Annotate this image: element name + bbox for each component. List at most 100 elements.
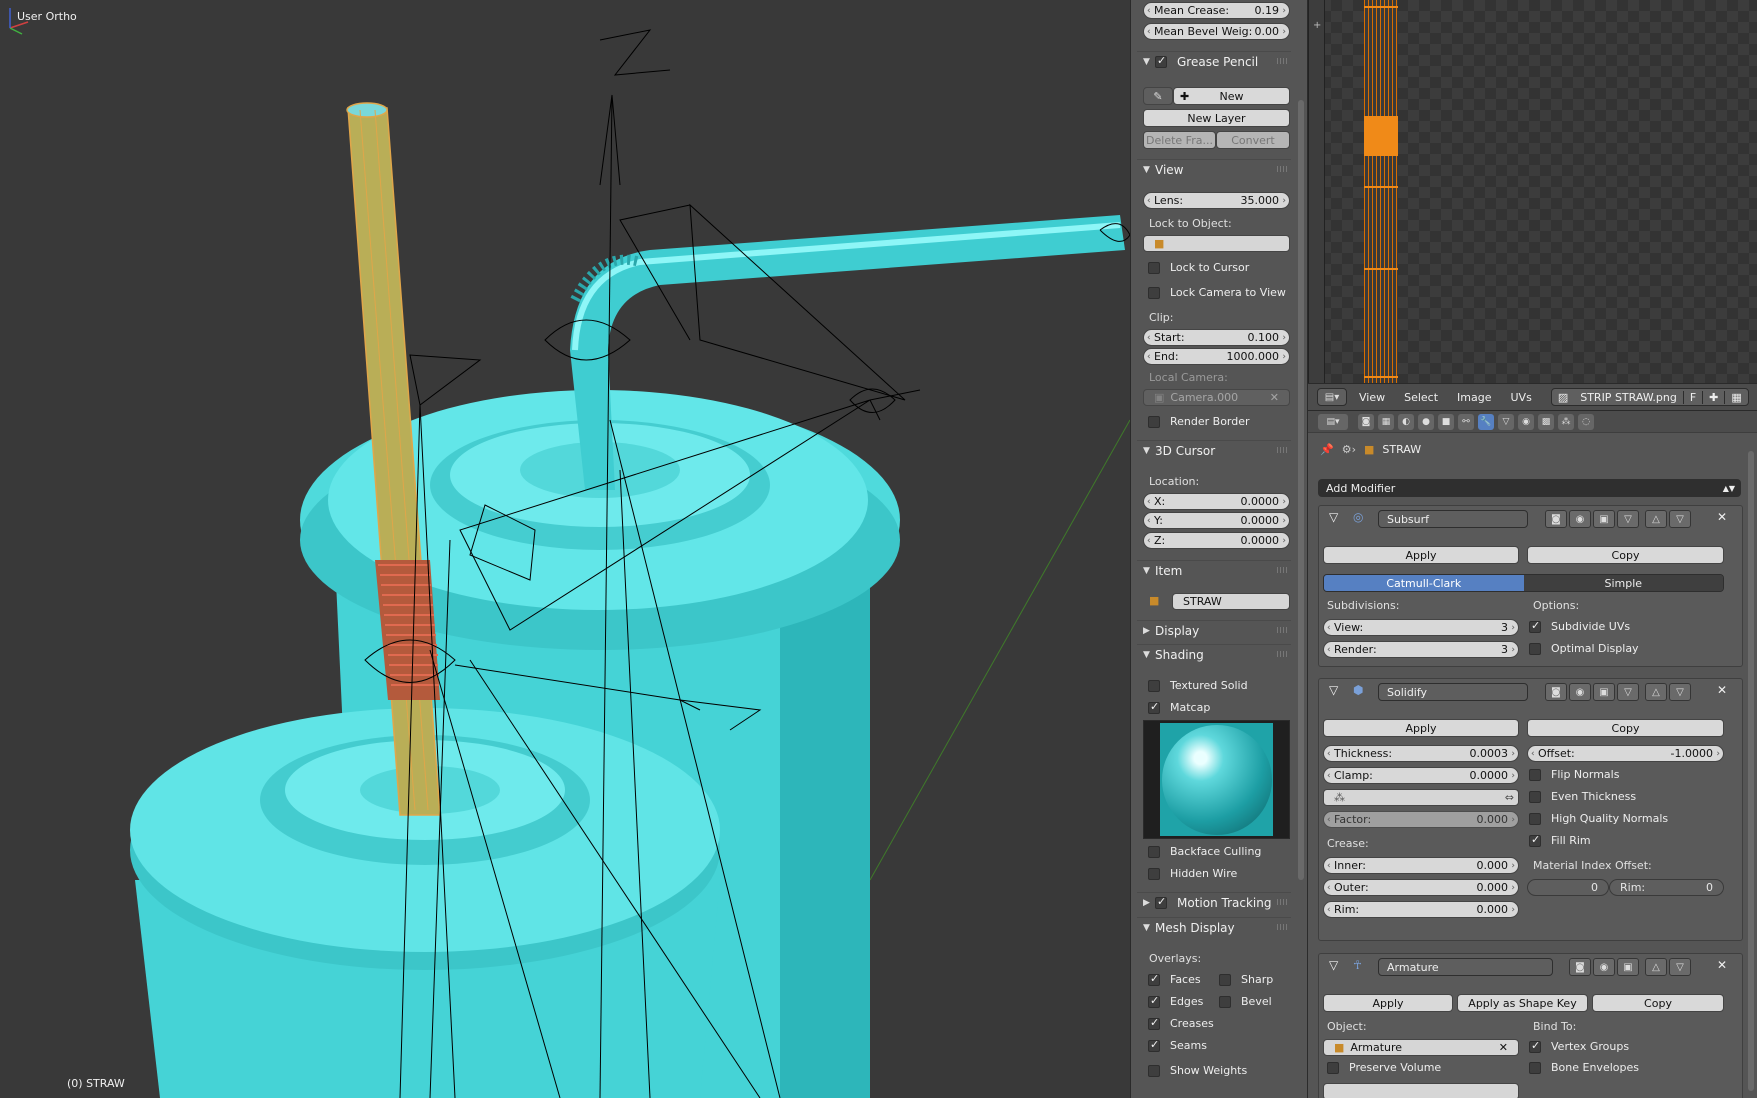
viewport-toggle-eye-icon[interactable]: ◉ bbox=[1569, 683, 1591, 701]
lock-camera-to-view-checkbox[interactable]: Lock Camera to View bbox=[1148, 286, 1286, 299]
editmode-toggle-icon[interactable]: ▣ bbox=[1593, 510, 1615, 528]
clamp-field[interactable]: Clamp: 0.0000 bbox=[1323, 767, 1519, 784]
viewport-properties-panel[interactable]: Mean Crease: 0.19 Mean Bevel Weig: 0.00 … bbox=[1130, 0, 1307, 1098]
armature-vertex-group-field[interactable] bbox=[1323, 1083, 1519, 1098]
solidify-apply-button[interactable]: Apply bbox=[1323, 719, 1519, 737]
catmull-clark-option[interactable]: Catmull-Clark bbox=[1324, 575, 1524, 591]
sharp-checkbox[interactable]: Sharp bbox=[1219, 973, 1273, 986]
textured-solid-checkbox[interactable]: Textured Solid bbox=[1148, 679, 1248, 692]
editmode-toggle-icon[interactable]: ▣ bbox=[1593, 683, 1615, 701]
mean-crease-field[interactable]: Mean Crease: 0.19 bbox=[1143, 2, 1290, 19]
editmode-toggle-icon[interactable]: ▣ bbox=[1617, 958, 1639, 976]
creases-checkbox[interactable]: Creases bbox=[1148, 1016, 1214, 1030]
local-camera-field[interactable]: ▣ Camera.000 ✕ bbox=[1143, 389, 1290, 406]
menu-view[interactable]: View bbox=[1359, 391, 1385, 404]
flip-normals-checkbox[interactable]: Flip Normals bbox=[1529, 768, 1619, 781]
plus-icon[interactable]: + bbox=[1313, 20, 1321, 31]
simple-option[interactable]: Simple bbox=[1523, 575, 1723, 591]
properties-editor[interactable]: ▤▾ ◙ ▦ ◐ ● ■ ⚯ 🔧 ▽ ◉ ▩ ⁂ ◌ 📌 ⚙› ■ STRAW … bbox=[1308, 411, 1757, 1098]
new-image-plus-icon[interactable]: ✚ bbox=[1702, 390, 1724, 404]
backface-culling-checkbox[interactable]: Backface Culling bbox=[1148, 845, 1261, 858]
npanel-scrollbar[interactable] bbox=[1298, 100, 1304, 880]
subdivide-uvs-checkbox[interactable]: Subdivide UVs bbox=[1529, 619, 1630, 633]
drag-grip-icon[interactable] bbox=[1277, 924, 1289, 930]
show-weights-checkbox[interactable]: Show Weights bbox=[1148, 1064, 1247, 1077]
mean-bevel-weight-field[interactable]: Mean Bevel Weig: 0.00 bbox=[1143, 23, 1290, 40]
faces-checkbox[interactable]: Faces bbox=[1148, 972, 1201, 986]
cursor-z-field[interactable]: Z: 0.0000 bbox=[1143, 532, 1290, 549]
open-image-icon[interactable]: ▦ bbox=[1724, 390, 1747, 404]
collapse-triangle-icon[interactable]: ▽ bbox=[1329, 683, 1338, 697]
solidify-name-field[interactable]: Solidify bbox=[1378, 683, 1528, 701]
fake-user-button[interactable]: F bbox=[1682, 390, 1702, 404]
properties-scrollbar[interactable] bbox=[1748, 451, 1754, 1091]
factor-field[interactable]: Factor: 0.000 bbox=[1323, 811, 1519, 828]
bone-envelopes-checkbox[interactable]: Bone Envelopes bbox=[1529, 1061, 1639, 1074]
world-icon[interactable]: ● bbox=[1418, 413, 1434, 430]
remove-modifier-x-icon[interactable]: ✕ bbox=[1717, 510, 1727, 524]
grease-pencil-header[interactable]: ▼ Grease Pencil bbox=[1137, 51, 1291, 71]
uv-tool-shelf-edge[interactable]: + bbox=[1309, 0, 1325, 383]
matcap-checkbox[interactable]: Matcap bbox=[1148, 700, 1210, 714]
move-up-icon[interactable]: △ bbox=[1645, 683, 1667, 701]
solidify-copy-button[interactable]: Copy bbox=[1527, 719, 1724, 737]
material-rim-offset-field[interactable]: Rim: 0 bbox=[1609, 879, 1724, 896]
matcap-preview[interactable] bbox=[1143, 720, 1290, 839]
material-offset-field[interactable]: 0 bbox=[1527, 879, 1609, 896]
remove-modifier-x-icon[interactable]: ✕ bbox=[1717, 683, 1727, 697]
mesh-display-section-header[interactable]: ▼ Mesh Display bbox=[1137, 917, 1291, 937]
material-icon[interactable]: ◉ bbox=[1518, 413, 1534, 430]
cursor-x-field[interactable]: X: 0.0000 bbox=[1143, 493, 1290, 510]
drag-grip-icon[interactable] bbox=[1277, 627, 1289, 633]
grease-pencil-toggle[interactable] bbox=[1155, 54, 1177, 68]
render-border-checkbox[interactable]: Render Border bbox=[1148, 415, 1250, 428]
image-name[interactable]: STRIP STRAW.png bbox=[1574, 391, 1683, 404]
menu-select[interactable]: Select bbox=[1404, 391, 1438, 404]
high-quality-normals-checkbox[interactable]: High Quality Normals bbox=[1529, 812, 1668, 825]
cage-toggle-icon[interactable]: ▽ bbox=[1617, 683, 1639, 701]
texture-icon[interactable]: ▩ bbox=[1538, 413, 1554, 430]
clear-x-icon[interactable]: ✕ bbox=[1499, 1041, 1508, 1054]
offset-field[interactable]: Offset: -1.0000 bbox=[1527, 745, 1724, 762]
3d-cursor-section-header[interactable]: ▼ 3D Cursor bbox=[1137, 440, 1291, 460]
optimal-display-checkbox[interactable]: Optimal Display bbox=[1529, 642, 1639, 655]
drag-grip-icon[interactable] bbox=[1277, 651, 1289, 657]
drag-grip-icon[interactable] bbox=[1277, 166, 1289, 172]
viewport-toggle-eye-icon[interactable]: ◉ bbox=[1569, 510, 1591, 528]
new-layer-button[interactable]: New Layer bbox=[1143, 109, 1290, 127]
view-section-header[interactable]: ▼ View bbox=[1137, 159, 1291, 179]
motion-tracking-section-header[interactable]: ▶ Motion Tracking bbox=[1137, 892, 1291, 912]
add-modifier-dropdown[interactable]: Add Modifier ▲▼ bbox=[1318, 479, 1741, 497]
move-down-icon[interactable]: ▽ bbox=[1669, 510, 1691, 528]
render-toggle-camera-icon[interactable]: ◙ bbox=[1545, 510, 1567, 528]
vertex-groups-checkbox[interactable]: Vertex Groups bbox=[1529, 1039, 1629, 1053]
armature-object-field[interactable]: ■ Armature ✕ bbox=[1323, 1039, 1519, 1056]
cage-toggle-icon[interactable]: ▽ bbox=[1617, 510, 1639, 528]
editor-type-icon[interactable]: ▤▾ bbox=[1317, 388, 1347, 406]
collapse-triangle-icon[interactable]: ▽ bbox=[1329, 958, 1338, 972]
image-selector[interactable]: ▨ STRIP STRAW.png F ✚ ▦ bbox=[1550, 388, 1749, 406]
crease-inner-field[interactable]: Inner: 0.000 bbox=[1323, 857, 1519, 874]
subsurf-name-field[interactable]: Subsurf bbox=[1378, 510, 1528, 528]
object-icon[interactable]: ■ bbox=[1438, 413, 1454, 430]
drag-grip-icon[interactable] bbox=[1277, 58, 1289, 64]
move-up-icon[interactable]: △ bbox=[1645, 510, 1667, 528]
drag-grip-icon[interactable] bbox=[1277, 567, 1289, 573]
editor-type-icon[interactable]: ▤▾ bbox=[1318, 413, 1348, 430]
shading-section-header[interactable]: ▼ Shading bbox=[1137, 644, 1291, 664]
crease-outer-field[interactable]: Outer: 0.000 bbox=[1323, 879, 1519, 896]
armature-copy-button[interactable]: Copy bbox=[1592, 994, 1724, 1012]
edges-checkbox[interactable]: Edges bbox=[1148, 994, 1203, 1008]
thickness-field[interactable]: Thickness: 0.0003 bbox=[1323, 745, 1519, 762]
clear-x-icon[interactable]: ✕ bbox=[1270, 391, 1279, 404]
render-toggle-camera-icon[interactable]: ◙ bbox=[1545, 683, 1567, 701]
crease-rim-field[interactable]: Rim: 0.000 bbox=[1323, 901, 1519, 918]
move-down-icon[interactable]: ▽ bbox=[1669, 958, 1691, 976]
item-section-header[interactable]: ▼ Item bbox=[1137, 560, 1291, 580]
armature-apply-button[interactable]: Apply bbox=[1323, 994, 1453, 1012]
subsurf-view-levels-field[interactable]: View: 3 bbox=[1323, 619, 1519, 636]
drag-grip-icon[interactable] bbox=[1277, 447, 1289, 453]
constraints-icon[interactable]: ⚯ bbox=[1458, 413, 1474, 430]
bevel-checkbox[interactable]: Bevel bbox=[1219, 995, 1272, 1008]
apply-as-shape-key-button[interactable]: Apply as Shape Key bbox=[1457, 994, 1588, 1012]
